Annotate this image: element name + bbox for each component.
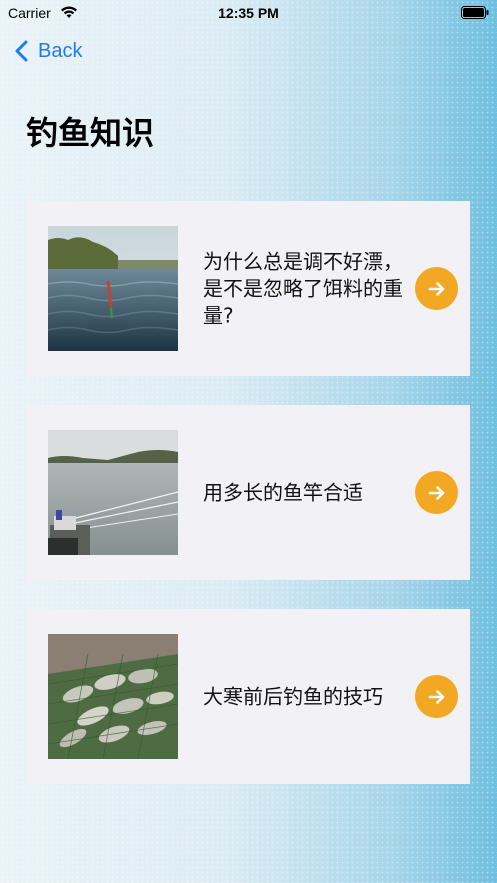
battery-icon — [461, 6, 489, 19]
clock: 12:35 PM — [218, 5, 279, 21]
article-title: 大寒前后钓鱼的技巧 — [203, 684, 383, 708]
lake-fishing-rods-photo — [48, 430, 178, 555]
article-title: 用多长的鱼竿合适 — [203, 480, 363, 504]
back-label: Back — [38, 39, 83, 62]
back-button[interactable]: Back — [14, 38, 82, 64]
fishing-float-water-photo — [48, 226, 178, 351]
arrow-right-icon — [428, 281, 444, 296]
open-article-button[interactable] — [415, 675, 458, 718]
open-article-button[interactable] — [415, 471, 458, 514]
fish-in-net-photo — [48, 634, 178, 759]
status-bar: Carrier 12:35 PM — [0, 0, 497, 26]
article-title: 为什么总是调不好漂，是不是忽略了饵料的重量? — [203, 249, 403, 327]
article-card[interactable]: 用多长的鱼竿合适 — [27, 405, 470, 580]
chevron-left-icon — [15, 40, 28, 62]
article-card[interactable]: 为什么总是调不好漂，是不是忽略了饵料的重量? — [27, 201, 470, 376]
arrow-right-icon — [428, 689, 444, 704]
article-card[interactable]: 大寒前后钓鱼的技巧 — [27, 609, 470, 784]
open-article-button[interactable] — [415, 267, 458, 310]
page-title: 钓鱼知识 — [26, 114, 155, 152]
arrow-right-icon — [428, 485, 444, 500]
